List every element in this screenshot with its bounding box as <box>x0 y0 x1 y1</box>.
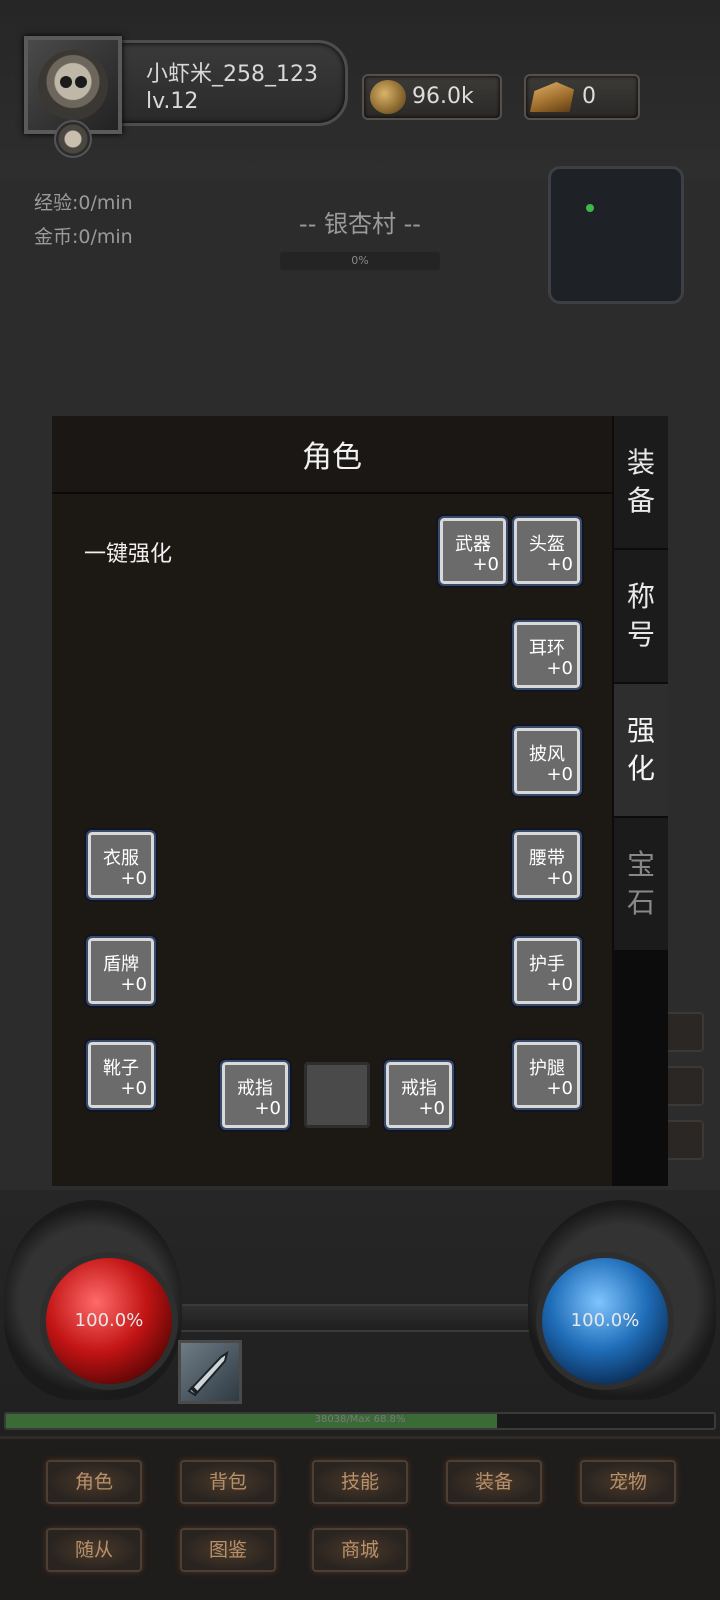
slot-cloak[interactable]: 披风 +0 <box>512 726 582 796</box>
slot-belt[interactable]: 腰带 +0 <box>512 830 582 900</box>
slot-level: +0 <box>418 1098 445 1119</box>
slot-name: 披风 <box>529 744 565 765</box>
one-key-enhance-button[interactable]: 一键强化 <box>84 536 172 568</box>
slot-name: 靴子 <box>103 1058 139 1079</box>
gold-coin-icon <box>370 80 406 114</box>
slot-name: 武器 <box>455 534 491 555</box>
menu-skills-button[interactable]: 技能 <box>312 1460 408 1504</box>
exp-text: 38038/Max 68.8% <box>314 1414 406 1425</box>
slot-name: 戒指 <box>237 1078 273 1099</box>
slot-weapon[interactable]: 武器 +0 <box>438 516 508 586</box>
slot-level: +0 <box>120 868 147 889</box>
slot-level: +0 <box>120 974 147 995</box>
slot-level: +0 <box>546 868 573 889</box>
ingot-value: 0 <box>582 84 596 109</box>
skill-slot[interactable] <box>178 1340 242 1404</box>
slot-level: +0 <box>546 1078 573 1099</box>
menu-bag-button[interactable]: 背包 <box>180 1460 276 1504</box>
menu-codex-button[interactable]: 图鉴 <box>180 1528 276 1572</box>
player-name: 小虾米_258_123 <box>146 62 318 87</box>
slot-helmet[interactable]: 头盔 +0 <box>512 516 582 586</box>
hp-percent: 100.0% <box>74 1310 144 1331</box>
slot-leggings[interactable]: 护腿 +0 <box>512 1040 582 1110</box>
sword-skill-icon <box>187 1350 229 1397</box>
slot-level: +0 <box>546 764 573 785</box>
minimap[interactable] <box>548 166 684 304</box>
slot-name: 盾牌 <box>103 954 139 975</box>
gold-value: 96.0k <box>412 84 474 109</box>
slot-name: 耳环 <box>529 638 565 659</box>
slot-name: 衣服 <box>103 848 139 869</box>
tab-gem[interactable]: 宝石 <box>614 818 668 950</box>
panel-title: 角色 <box>302 440 362 475</box>
slot-level: +0 <box>546 658 573 679</box>
mp-percent: 100.0% <box>570 1310 640 1331</box>
slot-clothes[interactable]: 衣服 +0 <box>86 830 156 900</box>
slot-name: 戒指 <box>401 1078 437 1099</box>
slot-name: 护腿 <box>529 1058 565 1079</box>
slot-ring-left[interactable]: 戒指 +0 <box>220 1060 290 1130</box>
skull-badge-icon <box>54 120 92 158</box>
slot-name: 头盔 <box>529 534 565 555</box>
slot-level: +0 <box>546 974 573 995</box>
slot-name: 护手 <box>529 954 565 975</box>
slot-ring-right[interactable]: 戒指 +0 <box>384 1060 454 1130</box>
menu-pet-button[interactable]: 宠物 <box>580 1460 676 1504</box>
tab-title[interactable]: 称号 <box>614 550 668 682</box>
slot-level: +0 <box>472 554 499 575</box>
skull-avatar-icon <box>38 50 108 120</box>
menu-character-button[interactable]: 角色 <box>46 1460 142 1504</box>
menu-shop-button[interactable]: 商城 <box>312 1528 408 1572</box>
slot-level: +0 <box>546 554 573 575</box>
slot-level: +0 <box>120 1078 147 1099</box>
slot-boots[interactable]: 靴子 +0 <box>86 1040 156 1110</box>
tab-enhance[interactable]: 强化 <box>614 684 668 816</box>
menu-equipment-button[interactable]: 装备 <box>446 1460 542 1504</box>
chain-bar <box>160 1304 560 1332</box>
tab-equipment[interactable]: 装备 <box>614 416 668 548</box>
slot-shield[interactable]: 盾牌 +0 <box>86 936 156 1006</box>
slot-level: +0 <box>254 1098 281 1119</box>
player-level: lv.12 <box>146 89 199 114</box>
menu-follower-button[interactable]: 随从 <box>46 1528 142 1572</box>
slot-name: 腰带 <box>529 848 565 869</box>
slot-earring[interactable]: 耳环 +0 <box>512 620 582 690</box>
location-progress-text: 0% <box>351 254 369 267</box>
slot-empty-center[interactable] <box>304 1062 370 1128</box>
player-position-marker <box>586 204 594 212</box>
slot-gloves[interactable]: 护手 +0 <box>512 936 582 1006</box>
